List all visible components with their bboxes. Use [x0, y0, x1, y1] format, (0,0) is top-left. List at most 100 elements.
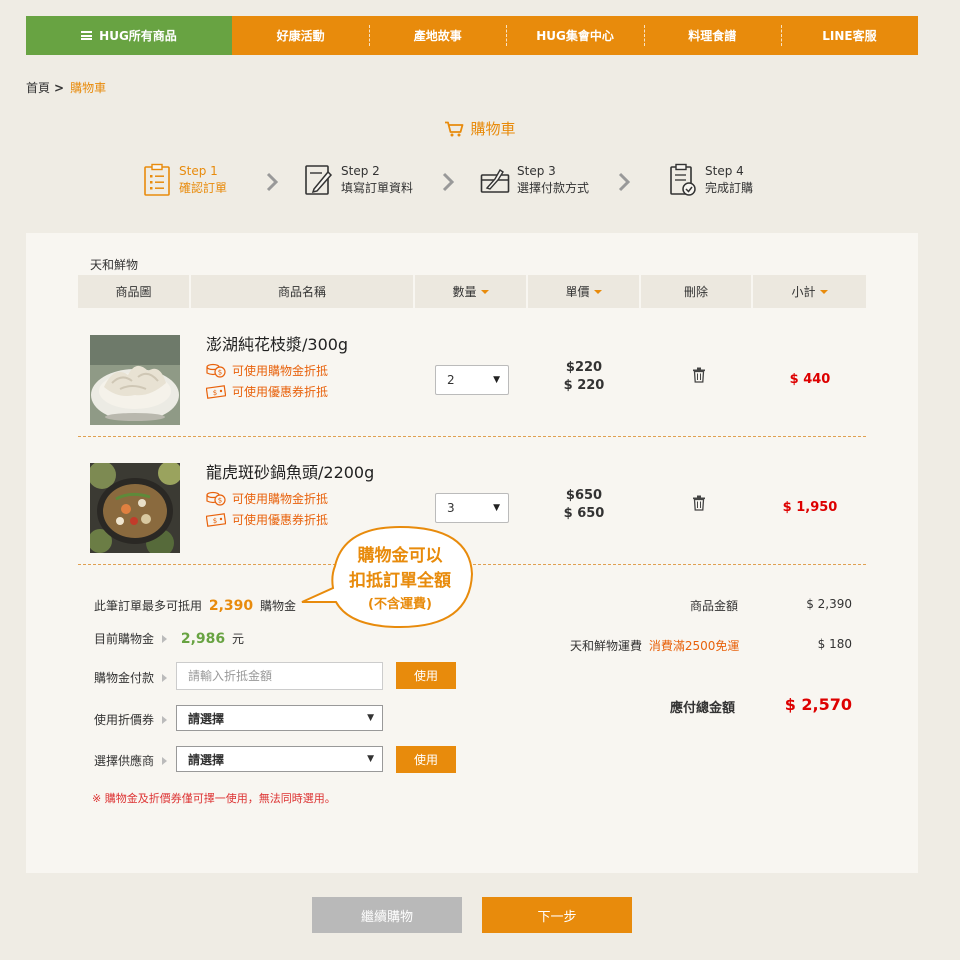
- product-image[interactable]: [90, 335, 180, 425]
- total-label: 應付總金額: [670, 701, 736, 716]
- next-step-button[interactable]: 下一步: [482, 897, 632, 933]
- page-title-text: 購物車: [470, 120, 516, 138]
- header-subtotal[interactable]: 小計: [753, 275, 866, 308]
- row-subtotal: $ 1,950: [782, 500, 838, 515]
- coins-icon: $: [206, 363, 226, 378]
- vendor-name: 天和鮮物: [90, 258, 139, 272]
- shipping-label: 天和鮮物運費: [570, 639, 643, 653]
- supplier-label-text: 選擇供應商: [94, 754, 155, 768]
- quantity-value: 3: [447, 501, 455, 515]
- header-subtotal-label: 小計: [791, 285, 816, 299]
- shipping-free-note: 消費滿2500免運: [648, 639, 740, 653]
- points-promo-bubble: 購物金可以 扣抵訂單全額 (不含運費): [300, 526, 476, 629]
- breadcrumb: 首頁 > 購物車: [26, 79, 106, 96]
- coupon-label-text: 使用折價券: [94, 713, 155, 727]
- coins-icon: $: [206, 491, 226, 506]
- nav-item-hug-center[interactable]: HUG集會中心: [506, 16, 643, 55]
- product-name[interactable]: 澎湖純花枝漿/300g: [206, 331, 348, 355]
- quantity-select[interactable]: 3 ▼: [435, 493, 509, 523]
- arrow-right-icon: [162, 716, 168, 724]
- checklist-icon: [144, 163, 170, 196]
- step-4-desc: 完成訂購: [705, 181, 754, 195]
- coupon-icon: $: [206, 385, 226, 399]
- dropdown-arrow-icon: ▼: [493, 503, 500, 513]
- nav-item-line-service[interactable]: LINE客服: [780, 16, 918, 55]
- payment-card-icon: [480, 168, 510, 193]
- max-points-suffix: 購物金: [259, 599, 296, 613]
- sort-caret-icon: [819, 289, 828, 294]
- current-points-value: 2,986: [180, 631, 226, 647]
- step-3: Step 3 選擇付款方式: [480, 163, 589, 197]
- cart-icon: [445, 121, 464, 137]
- quantity-select[interactable]: 2 ▼: [435, 365, 509, 395]
- sort-caret-icon: [480, 289, 489, 294]
- header-price[interactable]: 單價: [528, 275, 641, 308]
- current-points-unit: 元: [231, 632, 244, 646]
- top-nav: HUG所有商品 好康活動 產地故事 HUG集會中心 料理食譜 LINE客服: [26, 16, 918, 55]
- cart-panel: 天和鮮物 商品圖 商品名稱 數量 單價 刪除 小計 澎湖純花枝漿/300g $ …: [26, 233, 918, 873]
- trash-icon[interactable]: [692, 495, 706, 511]
- header-delete: 刪除: [641, 275, 753, 308]
- nav-item-promotions[interactable]: 好康活動: [232, 16, 369, 55]
- form-edit-icon: [305, 165, 333, 195]
- step-2-label: Step 2: [341, 164, 380, 178]
- use-points-button[interactable]: 使用: [396, 662, 456, 689]
- points-eligible-text: 可使用購物金折抵: [232, 364, 329, 378]
- product-name[interactable]: 龍虎斑砂鍋魚頭/2200g: [206, 459, 374, 483]
- use-supplier-button[interactable]: 使用: [396, 746, 456, 773]
- coupon-eligible-text: 可使用優惠券折抵: [232, 385, 329, 399]
- header-image: 商品圖: [78, 275, 191, 308]
- header-qty-label: 數量: [452, 285, 477, 299]
- points-eligible-tag: $ 可使用購物金折抵: [206, 490, 328, 507]
- continue-shopping-button[interactable]: 繼續購物: [312, 897, 462, 933]
- nav-all-products[interactable]: HUG所有商品: [26, 16, 232, 55]
- step-1: Step 1 確認訂單: [142, 163, 227, 197]
- points-amount-input[interactable]: [176, 662, 383, 690]
- unit-price: $ 220: [563, 378, 605, 393]
- original-price: $650: [565, 488, 603, 503]
- nav-item-recipes[interactable]: 料理食譜: [643, 16, 781, 55]
- header-qty[interactable]: 數量: [415, 275, 528, 308]
- goods-amount-value: $ 2,390: [806, 597, 852, 611]
- svg-text:$: $: [213, 389, 217, 397]
- page-title: 購物車: [0, 118, 960, 139]
- step-2: Step 2 填寫訂單資料: [304, 163, 413, 197]
- menu-icon: [81, 31, 93, 40]
- unit-price: $ 650: [563, 506, 605, 521]
- total-value: $ 2,570: [784, 695, 852, 714]
- step-3-desc: 選擇付款方式: [517, 181, 590, 195]
- step-4-label: Step 4: [705, 164, 744, 178]
- supplier-select[interactable]: 請選擇 ▼: [176, 746, 383, 772]
- product-image[interactable]: [90, 463, 180, 553]
- discount-notice: ※ 購物金及折價券僅可擇一使用，無法同時選用。: [92, 792, 336, 805]
- coupon-select[interactable]: 請選擇 ▼: [176, 705, 383, 731]
- svg-text:$: $: [218, 497, 222, 505]
- coupon-label: 使用折價券: [94, 711, 168, 728]
- arrow-right-icon: [162, 757, 168, 765]
- step-1-label: Step 1: [179, 164, 218, 178]
- coupon-icon: $: [206, 513, 226, 527]
- breadcrumb-home[interactable]: 首頁: [26, 81, 50, 95]
- cart-row: 澎湖純花枝漿/300g $ 可使用購物金折抵 $ 可使用優惠券折抵 2 ▼ $22…: [78, 309, 866, 437]
- dropdown-arrow-icon: ▼: [493, 375, 500, 385]
- row-subtotal: $ 440: [789, 372, 831, 387]
- supplier-label: 選擇供應商: [94, 752, 168, 769]
- header-name: 商品名稱: [191, 275, 415, 308]
- max-points-line: 此筆訂單最多可抵用 2,390 購物金: [94, 597, 296, 614]
- points-eligible-text: 可使用購物金折抵: [232, 492, 329, 506]
- cart-table-header: 商品圖 商品名稱 數量 單價 刪除 小計: [78, 275, 866, 308]
- nav-item-origin-stories[interactable]: 產地故事: [369, 16, 506, 55]
- max-points-prefix: 此筆訂單最多可抵用: [94, 599, 203, 613]
- current-points-line: 目前購物金 2,986 元: [94, 630, 244, 647]
- coupon-select-value: 請選擇: [188, 711, 225, 726]
- step-3-label: Step 3: [517, 164, 556, 178]
- bubble-line-2: 扣抵訂單全額: [349, 571, 451, 591]
- trash-icon[interactable]: [692, 367, 706, 383]
- points-eligible-tag: $ 可使用購物金折抵: [206, 362, 328, 379]
- svg-text:$: $: [218, 369, 222, 377]
- header-price-label: 單價: [565, 285, 590, 299]
- points-payment-label: 購物金付款: [94, 669, 168, 686]
- bubble-line-3: (不含運費): [368, 597, 432, 612]
- quantity-value: 2: [447, 373, 455, 387]
- step-2-desc: 填寫訂單資料: [341, 181, 414, 195]
